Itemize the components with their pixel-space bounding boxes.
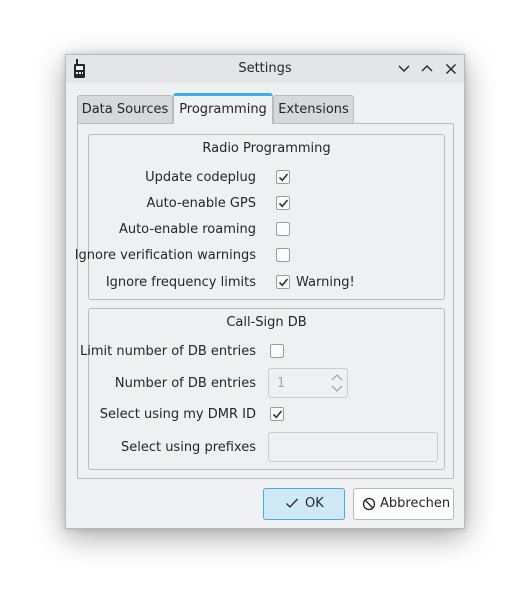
auto-enable-roaming-label: Auto-enable roaming [118,222,256,237]
ignore-verification-warnings-label: Ignore verification warnings [74,248,256,263]
ok-label: OK [305,496,324,511]
callsign-db-group: Call-Sign DB Limit number of DB entries … [80,308,445,470]
callsign-db-title: Call-Sign DB [226,315,307,330]
auto-enable-gps-label: Auto-enable GPS [146,196,256,211]
ignore-frequency-limits-checkbox[interactable] [276,275,290,289]
checkmark-icon [285,497,299,513]
limit-db-entries-checkbox[interactable] [270,344,284,358]
select-prefixes-label: Select using prefixes [120,440,256,455]
cancel-icon [362,497,376,515]
update-codeplug-checkbox[interactable] [276,170,290,184]
tab-extensions[interactable]: Extensions [273,95,354,123]
update-codeplug-label: Update codeplug [145,170,256,185]
ok-button[interactable]: OK [263,488,345,520]
tab-programming[interactable]: Programming [173,93,273,124]
tab-data-sources[interactable]: Data Sources [77,95,173,123]
title-bar[interactable]: Settings [66,55,464,83]
select-dmr-id-checkbox[interactable] [270,407,284,421]
ignore-frequency-limits-label: Ignore frequency limits [105,275,256,290]
radio-programming-group: Radio Programming Update codeplug Auto-e… [75,134,445,300]
select-dmr-id-label: Select using my DMR ID [99,407,256,422]
frequency-warning-text: Warning! [296,275,355,290]
programming-tab-panel: Radio Programming Update codeplug Auto-e… [75,123,454,479]
number-db-entries-value: 1 [277,376,286,391]
cancel-button[interactable]: Abbrechen [353,488,454,520]
maximize-button[interactable] [419,61,435,77]
ignore-verification-warnings-checkbox[interactable] [276,248,290,262]
cancel-label: Abbrechen [380,496,451,511]
settings-dialog: Settings Data Sources Programming Extens… [65,54,465,529]
minimize-button[interactable] [396,61,412,77]
limit-db-entries-label: Limit number of DB entries [79,344,256,359]
number-db-entries-label: Number of DB entries [114,376,256,391]
prefixes-input[interactable] [268,432,438,462]
spin-arrows-icon[interactable] [331,372,343,398]
auto-enable-gps-checkbox[interactable] [276,196,290,210]
auto-enable-roaming-checkbox[interactable] [276,222,290,236]
number-db-entries-spinbox[interactable]: 1 [268,368,348,398]
radio-programming-title: Radio Programming [202,141,331,156]
close-button[interactable] [443,61,459,77]
